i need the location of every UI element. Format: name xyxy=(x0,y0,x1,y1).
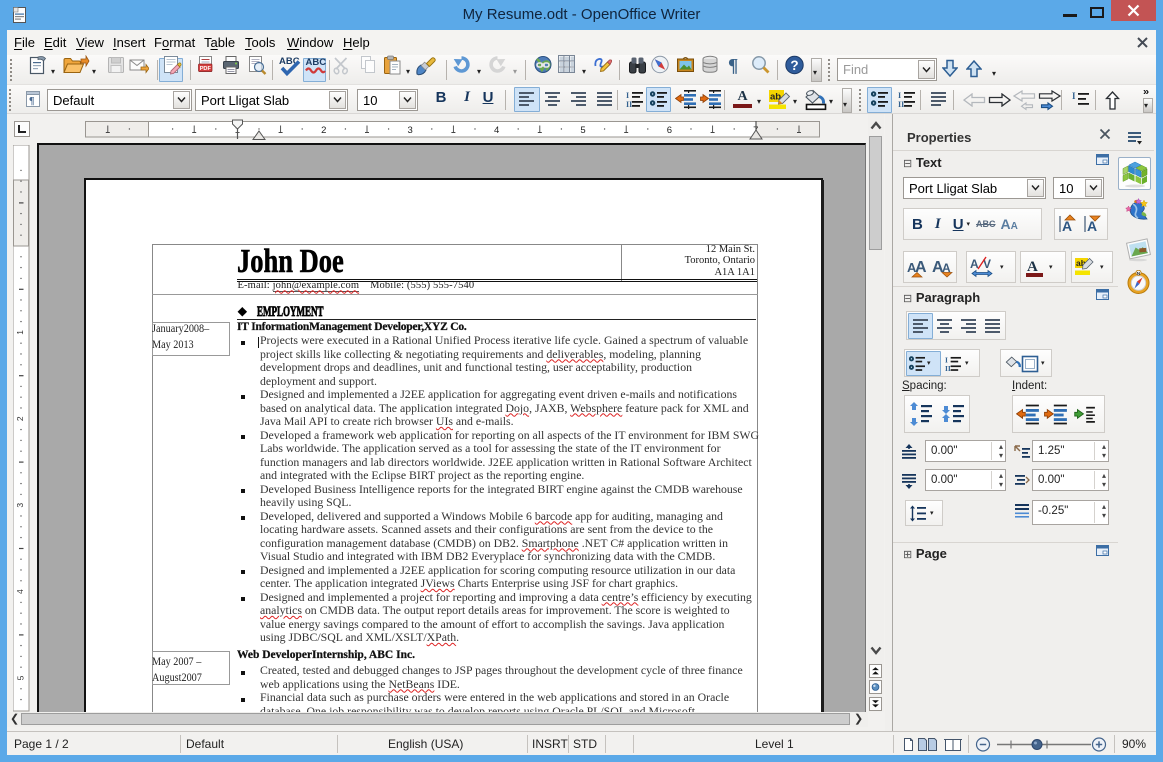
svg-text:I: I xyxy=(626,91,629,100)
svg-text:II: II xyxy=(626,100,632,108)
svg-text:2: 2 xyxy=(321,125,326,136)
svg-text:3: 3 xyxy=(15,503,25,508)
svg-text:A: A xyxy=(1027,259,1038,275)
svg-text:6: 6 xyxy=(667,125,672,136)
svg-text:?: ? xyxy=(790,58,798,73)
svg-text:I: I xyxy=(898,91,901,100)
svg-text:PDF: PDF xyxy=(200,66,212,72)
svg-text:II: II xyxy=(898,100,904,108)
svg-text:5: 5 xyxy=(580,125,585,136)
svg-text:4: 4 xyxy=(15,589,25,594)
svg-text:2: 2 xyxy=(15,416,25,421)
svg-text:I: I xyxy=(1072,91,1076,101)
svg-text:3: 3 xyxy=(408,125,413,136)
svg-text:II: II xyxy=(945,364,951,372)
svg-text:N: N xyxy=(1137,271,1141,277)
svg-text:4: 4 xyxy=(494,125,499,136)
svg-text:ABC: ABC xyxy=(306,57,327,68)
svg-text:5: 5 xyxy=(15,675,25,680)
svg-text:A: A xyxy=(970,257,979,271)
svg-text:¶: ¶ xyxy=(29,96,34,107)
svg-text:1: 1 xyxy=(15,330,25,335)
svg-text:¶: ¶ xyxy=(728,56,738,76)
